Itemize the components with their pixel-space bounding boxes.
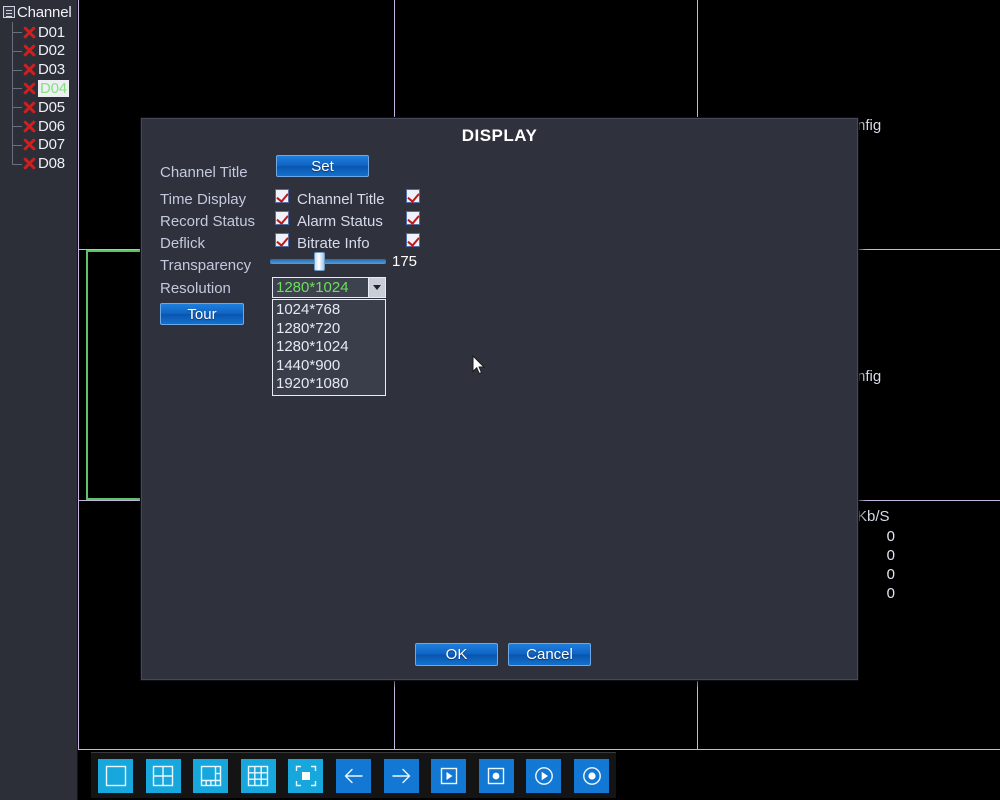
- resolution-option[interactable]: 1440*900: [273, 357, 385, 376]
- previous-button[interactable]: [336, 759, 371, 793]
- single-pane-icon: [103, 763, 129, 789]
- background-bitrate-value: 0: [886, 585, 895, 602]
- time-display-checkbox[interactable]: [275, 189, 289, 203]
- grid-2x2-icon: [150, 763, 176, 789]
- channel-item-d05[interactable]: D05: [12, 98, 65, 116]
- grid-divider: [78, 0, 79, 750]
- resolution-option[interactable]: 1920*1080: [273, 375, 385, 394]
- fullscreen-icon: [293, 763, 319, 789]
- red-x-icon[interactable]: [22, 156, 37, 171]
- resolution-select[interactable]: 1280*1024: [272, 277, 386, 298]
- channel-item-label: D05: [38, 98, 65, 116]
- bitrate-info-label: Bitrate Info: [297, 235, 370, 252]
- red-x-icon[interactable]: [22, 43, 37, 58]
- channel-title-label: Channel Title: [160, 164, 248, 181]
- transparency-slider-track[interactable]: [270, 259, 386, 264]
- tour-button[interactable]: Tour: [160, 303, 244, 325]
- list-document-icon: [3, 6, 15, 18]
- display-settings-dialog: DISPLAY Channel Title Set Time Display C…: [140, 117, 859, 681]
- channel-title-set-button[interactable]: Set: [276, 155, 369, 177]
- channel-item-d03[interactable]: D03: [12, 61, 65, 79]
- channel-item-d07[interactable]: D07: [12, 136, 65, 154]
- record-status-label: Record Status: [160, 213, 256, 230]
- background-text-kbs: Kb/S: [857, 508, 890, 525]
- play-circle-icon: [531, 763, 557, 789]
- grid-1plus5-icon: [198, 763, 224, 789]
- grid-3x3-icon: [245, 763, 271, 789]
- resolution-option[interactable]: 1024*768: [273, 301, 385, 320]
- record-circle-button[interactable]: [574, 759, 609, 793]
- arrow-left-icon: [341, 763, 367, 789]
- dialog-title: DISPLAY: [461, 126, 538, 145]
- record-status-checkbox[interactable]: [275, 211, 289, 225]
- channel-item-label: D07: [38, 136, 65, 154]
- arrow-right-icon: [388, 763, 414, 789]
- playback-button[interactable]: [431, 759, 467, 793]
- channel-tree-panel: Channel D01 D02 D03 D04 D05 D06 D07 D08: [0, 0, 78, 800]
- ok-button[interactable]: OK: [415, 643, 498, 666]
- background-bitrate-value: 0: [886, 566, 895, 583]
- playback-toolbar: [91, 752, 616, 798]
- red-x-icon[interactable]: [22, 25, 37, 40]
- record-circle-icon: [579, 763, 605, 789]
- channel-item-label: D08: [38, 155, 65, 173]
- channel-item-d06[interactable]: D06: [12, 117, 65, 135]
- channel-item-label: D01: [38, 23, 65, 41]
- view-6-split-button[interactable]: [193, 759, 229, 793]
- view-1-split-button[interactable]: [98, 759, 133, 793]
- play-circle-button[interactable]: [526, 759, 562, 793]
- deflick-label: Deflick: [160, 235, 206, 252]
- time-display-label: Time Display: [160, 191, 247, 208]
- play-square-icon: [436, 763, 462, 789]
- channel-item-d04[interactable]: D04: [12, 79, 69, 97]
- transparency-slider-thumb[interactable]: [314, 252, 326, 271]
- channel-item-d01[interactable]: D01: [12, 23, 65, 41]
- red-x-icon[interactable]: [22, 137, 37, 152]
- resolution-selected-value: 1280*1024: [276, 279, 349, 296]
- chevron-down-icon[interactable]: [368, 278, 385, 297]
- background-bitrate-value: 0: [886, 528, 895, 545]
- red-x-icon[interactable]: [22, 81, 37, 96]
- channel-item-d02[interactable]: D02: [12, 42, 65, 60]
- alarm-status-checkbox[interactable]: [406, 211, 420, 225]
- channel-item-label: D06: [38, 117, 65, 135]
- resolution-option[interactable]: 1280*1024: [273, 338, 385, 357]
- resolution-label: Resolution: [160, 280, 231, 297]
- resolution-option-list[interactable]: 1024*768 1280*720 1280*1024 1440*900 1920*10…: [272, 299, 386, 396]
- alarm-status-label: Alarm Status: [297, 213, 383, 230]
- grid-divider: [78, 749, 1000, 750]
- fullscreen-button[interactable]: [288, 759, 324, 793]
- next-button[interactable]: [383, 759, 419, 793]
- channel-item-label: D03: [38, 61, 65, 79]
- channel-title-overlay-checkbox[interactable]: [406, 189, 420, 203]
- record-square-icon: [483, 763, 509, 789]
- cancel-button[interactable]: Cancel: [508, 643, 591, 666]
- red-x-icon[interactable]: [22, 119, 37, 134]
- channel-title-overlay-label: Channel Title: [297, 191, 385, 208]
- view-4-split-button[interactable]: [145, 759, 181, 793]
- channel-item-label: D02: [38, 42, 65, 60]
- bitrate-info-checkbox[interactable]: [406, 233, 420, 247]
- resolution-option[interactable]: 1280*720: [273, 320, 385, 339]
- transparency-label: Transparency: [160, 257, 252, 274]
- record-button[interactable]: [478, 759, 514, 793]
- channel-item-d08[interactable]: D08: [12, 155, 65, 173]
- channel-tree-header: Channel: [3, 3, 72, 21]
- transparency-value: 175: [392, 253, 418, 270]
- channel-tree-title: Channel: [17, 3, 72, 21]
- background-text-config-1: nfig: [857, 117, 882, 134]
- red-x-icon[interactable]: [22, 62, 37, 77]
- deflick-checkbox[interactable]: [275, 233, 289, 247]
- background-bitrate-value: 0: [886, 547, 895, 564]
- red-x-icon[interactable]: [22, 100, 37, 115]
- background-text-config-2: nfig: [857, 368, 882, 385]
- channel-item-label: D04: [38, 79, 69, 97]
- view-9-split-button[interactable]: [240, 759, 276, 793]
